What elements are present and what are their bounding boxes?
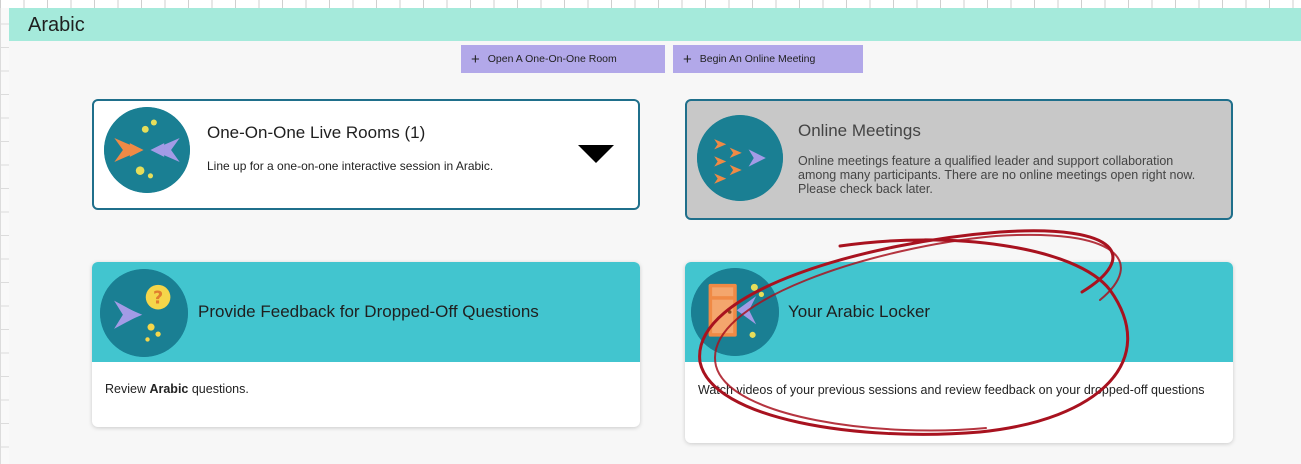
feedback-body-suffix: questions. (188, 382, 249, 396)
arabic-locker-card[interactable]: Your Arabic Locker Watch videos of your … (685, 262, 1233, 443)
caret-down-icon[interactable] (578, 145, 614, 163)
feedback-card[interactable]: ? Provide Feedback for Dropped-Off Quest… (92, 262, 640, 427)
one-on-one-rooms-card[interactable]: One-On-One Live Rooms (1) Line up for a … (92, 99, 640, 210)
online-meetings-card: Online Meetings Online meetings feature … (685, 99, 1233, 220)
locker-card-header: Your Arabic Locker (685, 262, 1233, 362)
online-meetings-description: Online meetings feature a qualified lead… (798, 154, 1196, 196)
feedback-title: Provide Feedback for Dropped-Off Questio… (198, 302, 539, 321)
plus-icon: + (471, 50, 480, 68)
two-fish-icon (104, 107, 190, 193)
page-title: Arabic (28, 14, 85, 36)
plus-icon: + (683, 50, 692, 68)
one-on-one-title: One-On-One Live Rooms (1) (207, 123, 426, 142)
subject-panel: Arabic + Open A One-On-One Room + Begin … (9, 8, 1301, 464)
locker-title: Your Arabic Locker (788, 302, 931, 321)
fish-school-icon (697, 115, 783, 201)
open-one-on-one-room-button[interactable]: + Open A One-On-One Room (461, 45, 665, 73)
begin-meeting-label: Begin An Online Meeting (699, 53, 816, 65)
begin-online-meeting-button[interactable]: + Begin An Online Meeting (673, 45, 863, 73)
locker-fish-icon (691, 268, 779, 356)
open-room-label: Open A One-On-One Room (487, 53, 617, 65)
fish-question-icon: ? (100, 269, 188, 357)
feedback-card-header: ? Provide Feedback for Dropped-Off Quest… (92, 262, 640, 362)
action-bar: + Open A One-On-One Room + Begin An Onli… (461, 45, 863, 73)
background-grid-strip (0, 0, 1301, 8)
one-on-one-description: Line up for a one-on-one interactive ses… (207, 159, 494, 173)
title-bar: Arabic (9, 8, 1301, 41)
feedback-body-prefix: Review (105, 382, 150, 396)
locker-description: Watch videos of your previous sessions a… (698, 383, 1205, 397)
feedback-description: Review Arabic questions. (105, 382, 249, 396)
svg-text:?: ? (153, 288, 163, 308)
feedback-body-subject: Arabic (149, 382, 189, 396)
online-meetings-title: Online Meetings (798, 121, 921, 140)
